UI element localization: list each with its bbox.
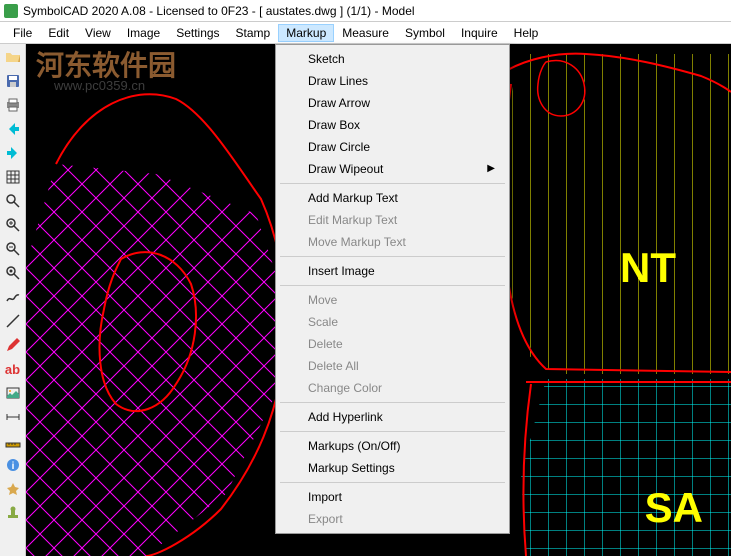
symbol-icon[interactable] bbox=[2, 478, 24, 500]
arrow-right-icon[interactable] bbox=[2, 142, 24, 164]
dd-move: Move bbox=[278, 289, 507, 311]
sketch-icon[interactable] bbox=[2, 286, 24, 308]
submenu-arrow-icon: ▶ bbox=[487, 163, 495, 174]
markup-dropdown: Sketch Draw Lines Draw Arrow Draw Box Dr… bbox=[275, 44, 510, 534]
dd-edit-markup-text: Edit Markup Text bbox=[278, 209, 507, 231]
text-icon[interactable]: ab bbox=[2, 358, 24, 380]
info-icon[interactable]: i bbox=[2, 454, 24, 476]
menu-help[interactable]: Help bbox=[506, 24, 547, 42]
dd-change-color: Change Color bbox=[278, 377, 507, 399]
dd-scale: Scale bbox=[278, 311, 507, 333]
dd-delete-all: Delete All bbox=[278, 355, 507, 377]
dd-export: Export bbox=[278, 508, 507, 530]
menu-file[interactable]: File bbox=[5, 24, 40, 42]
image-icon[interactable] bbox=[2, 382, 24, 404]
ruler-icon[interactable] bbox=[2, 430, 24, 452]
dd-separator bbox=[280, 402, 505, 403]
dd-add-markup-text[interactable]: Add Markup Text bbox=[278, 187, 507, 209]
dd-draw-arrow[interactable]: Draw Arrow bbox=[278, 92, 507, 114]
dd-delete: Delete bbox=[278, 333, 507, 355]
save-icon[interactable] bbox=[2, 70, 24, 92]
dd-separator bbox=[280, 482, 505, 483]
print-icon[interactable] bbox=[2, 94, 24, 116]
menu-symbol[interactable]: Symbol bbox=[397, 24, 453, 42]
menu-bar: File Edit View Image Settings Stamp Mark… bbox=[0, 22, 731, 44]
vertical-toolbar: ab i bbox=[0, 44, 26, 556]
dd-draw-lines[interactable]: Draw Lines bbox=[278, 70, 507, 92]
dd-draw-circle[interactable]: Draw Circle bbox=[278, 136, 507, 158]
dd-sketch[interactable]: Sketch bbox=[278, 48, 507, 70]
menu-settings[interactable]: Settings bbox=[168, 24, 227, 42]
menu-stamp[interactable]: Stamp bbox=[228, 24, 279, 42]
dd-separator bbox=[280, 256, 505, 257]
text-label: ab bbox=[5, 362, 20, 377]
zoom-window-icon[interactable] bbox=[2, 262, 24, 284]
dd-move-markup-text: Move Markup Text bbox=[278, 231, 507, 253]
dd-draw-box[interactable]: Draw Box bbox=[278, 114, 507, 136]
zoom-out-icon[interactable] bbox=[2, 238, 24, 260]
line-icon[interactable] bbox=[2, 310, 24, 332]
zoom-icon[interactable] bbox=[2, 190, 24, 212]
menu-markup[interactable]: Markup bbox=[278, 24, 334, 42]
title-bar: SymbolCAD 2020 A.08 - Licensed to 0F23 -… bbox=[0, 0, 731, 22]
dd-import[interactable]: Import bbox=[278, 486, 507, 508]
label-nt: NT bbox=[620, 244, 676, 292]
menu-measure[interactable]: Measure bbox=[334, 24, 397, 42]
dd-separator bbox=[280, 183, 505, 184]
stamp-icon[interactable] bbox=[2, 502, 24, 524]
dd-markups-onoff[interactable]: Markups (On/Off) bbox=[278, 435, 507, 457]
dd-draw-wipeout-label: Draw Wipeout bbox=[308, 162, 383, 176]
open-icon[interactable] bbox=[2, 46, 24, 68]
dd-insert-image[interactable]: Insert Image bbox=[278, 260, 507, 282]
grid-icon[interactable] bbox=[2, 166, 24, 188]
zoom-in-icon[interactable] bbox=[2, 214, 24, 236]
dd-separator bbox=[280, 431, 505, 432]
dd-draw-wipeout[interactable]: Draw Wipeout ▶ bbox=[278, 158, 507, 180]
svg-text:i: i bbox=[11, 461, 14, 472]
watermark: 河东软件园 www.pc0359.cn bbox=[36, 44, 176, 93]
arrow-left-icon[interactable] bbox=[2, 118, 24, 140]
menu-view[interactable]: View bbox=[77, 24, 119, 42]
label-sa: SA bbox=[645, 484, 703, 532]
pencil-icon[interactable] bbox=[2, 334, 24, 356]
dd-separator bbox=[280, 285, 505, 286]
dd-add-hyperlink[interactable]: Add Hyperlink bbox=[278, 406, 507, 428]
dd-markup-settings[interactable]: Markup Settings bbox=[278, 457, 507, 479]
menu-inquire[interactable]: Inquire bbox=[453, 24, 506, 42]
menu-image[interactable]: Image bbox=[119, 24, 168, 42]
measure-icon[interactable] bbox=[2, 406, 24, 428]
window-title: SymbolCAD 2020 A.08 - Licensed to 0F23 -… bbox=[23, 4, 415, 18]
app-icon bbox=[4, 4, 18, 18]
menu-edit[interactable]: Edit bbox=[40, 24, 77, 42]
